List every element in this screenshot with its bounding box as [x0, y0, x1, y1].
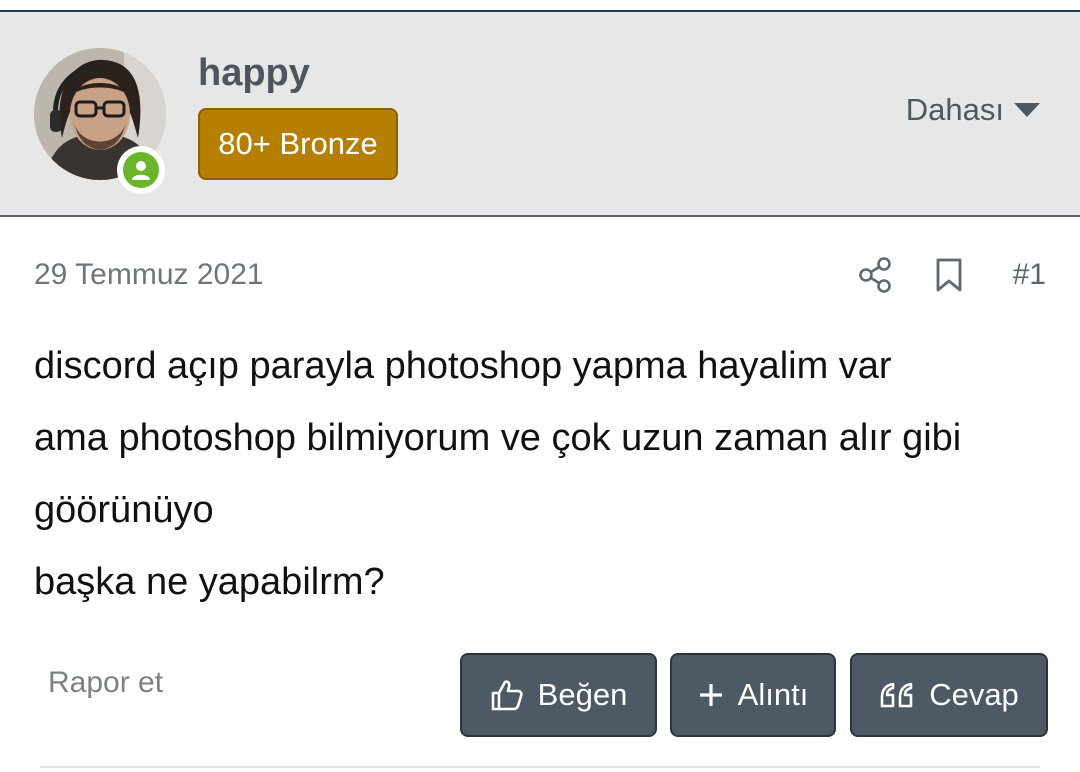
- post-line: başka ne yapabilrm?: [34, 561, 385, 603]
- author-username[interactable]: happy: [198, 52, 310, 95]
- reply-button[interactable]: Cevap: [850, 653, 1048, 737]
- post-line: göörünüyo: [34, 489, 214, 531]
- post-message-body: discord açıp parayla photoshop yapma hay…: [34, 330, 1054, 618]
- post-line: ama photoshop bilmiyorum ve çok uzun zam…: [34, 417, 962, 459]
- more-menu-label: Dahası: [905, 92, 1004, 127]
- reply-label: Cevap: [929, 677, 1019, 712]
- plus-icon: [698, 682, 724, 708]
- user-online-icon: [123, 152, 159, 188]
- report-link[interactable]: Rapor et: [48, 666, 163, 700]
- like-label: Beğen: [537, 677, 628, 712]
- rank-badge: 80+ Bronze: [198, 108, 398, 180]
- post-permalink-number[interactable]: #1: [1013, 258, 1046, 292]
- post-date[interactable]: 29 Temmuz 2021: [34, 258, 264, 292]
- like-button[interactable]: Beğen: [460, 653, 657, 737]
- quote-label: Alıntı: [737, 677, 809, 712]
- quote-icon: [879, 681, 915, 709]
- thumbs-up-icon: [490, 678, 524, 712]
- share-icon[interactable]: [858, 256, 892, 294]
- post-author-header: happy 80+ Bronze Dahası: [0, 12, 1080, 217]
- bottom-divider: [40, 766, 1040, 768]
- caret-down-icon: [1014, 103, 1040, 117]
- bookmark-icon[interactable]: [934, 257, 964, 293]
- quote-button[interactable]: Alıntı: [670, 653, 836, 737]
- online-status-indicator: [117, 146, 165, 194]
- more-menu-button[interactable]: Dahası: [906, 92, 1040, 128]
- post-line: discord açıp parayla photoshop yapma hay…: [34, 345, 892, 387]
